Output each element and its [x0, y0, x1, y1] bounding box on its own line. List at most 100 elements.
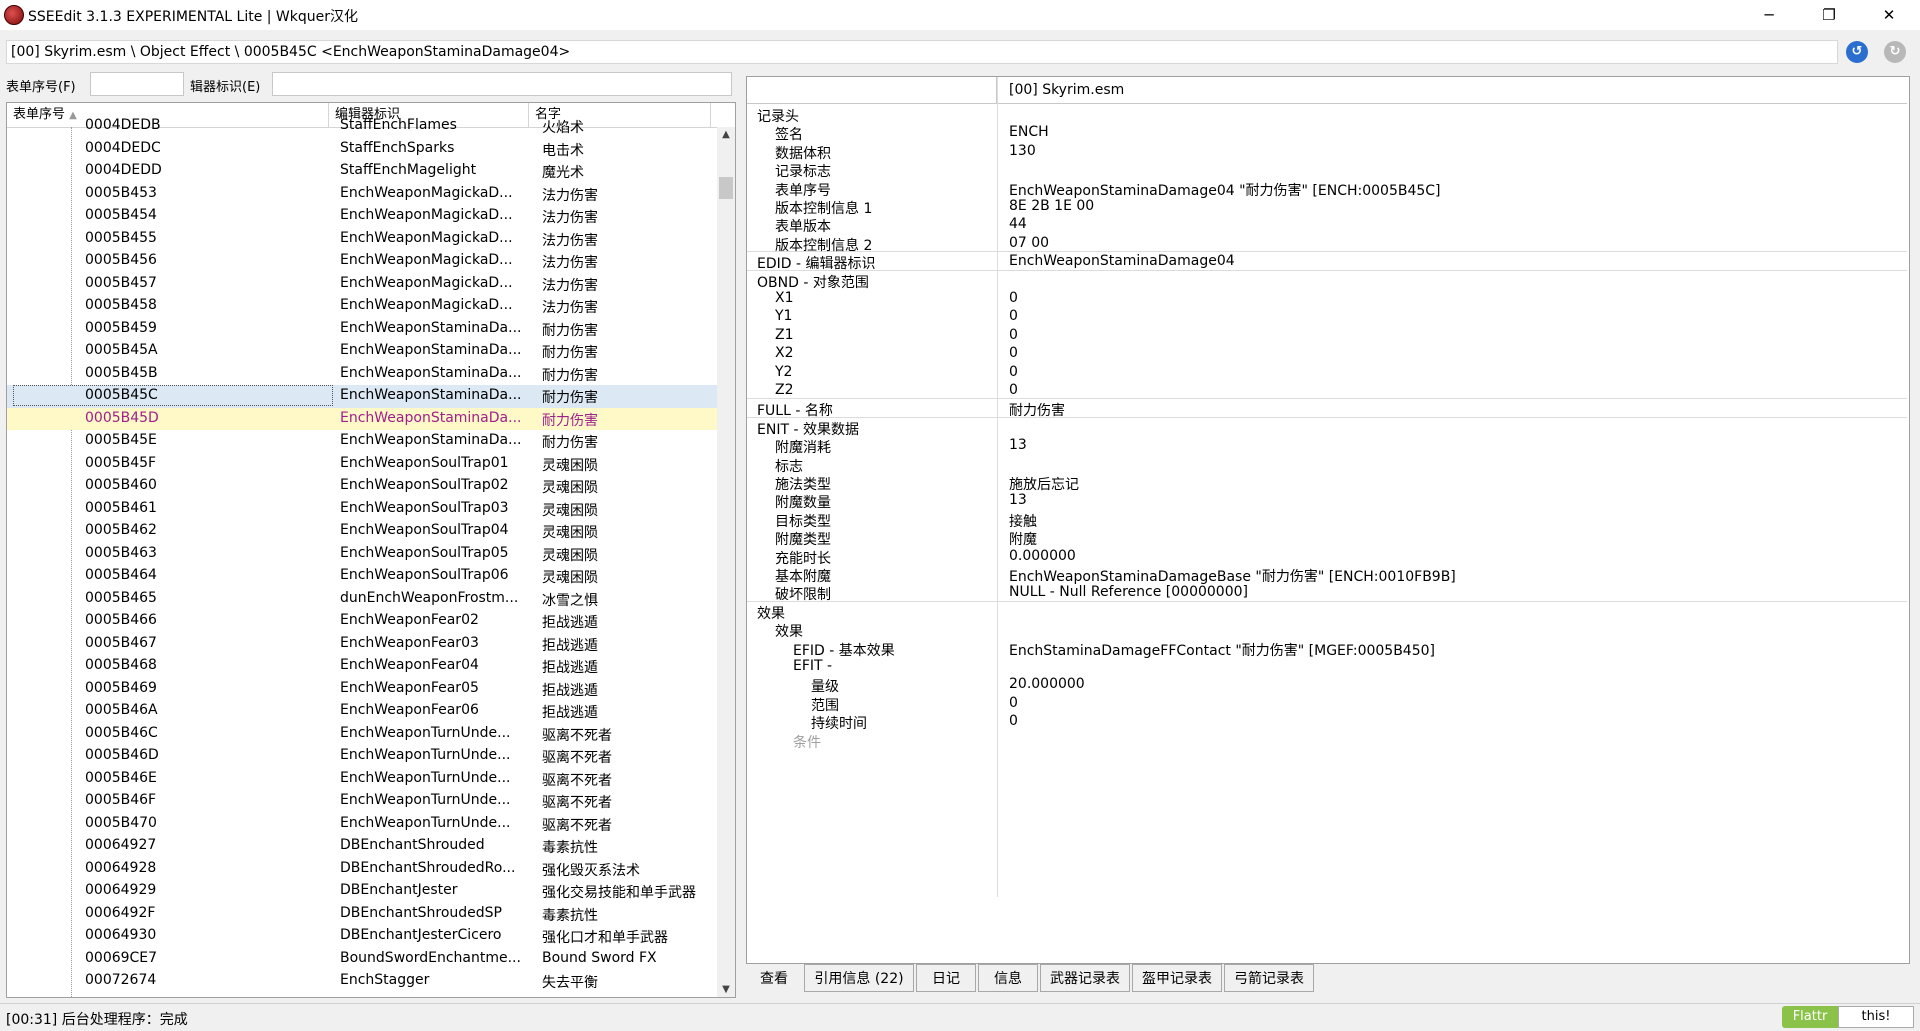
table-row[interactable]: 0005B467 EnchWeaponFear03 拒战逃遁: [7, 633, 717, 656]
record-detail-tree[interactable]: [00] Skyrim.esm 记录头 签名 ENCH 数据体积 130 记录标志 表单序号…: [746, 76, 1910, 964]
detail-row[interactable]: ENIT - 效果数据: [747, 417, 1907, 438]
detail-row[interactable]: 签名 ENCH: [747, 122, 1907, 143]
tab-4[interactable]: 武器记录表: [1040, 964, 1130, 992]
detail-row[interactable]: 持续时间 0: [747, 711, 1907, 732]
table-row[interactable]: 0004DEDD StaffEnchMagelight 魔光术: [7, 160, 717, 183]
detail-row[interactable]: FULL - 名称 耐力伤害: [747, 398, 1907, 419]
detail-row[interactable]: EFIT -: [747, 656, 1907, 674]
cell-formid: 00064930: [85, 927, 157, 943]
table-row[interactable]: 0005B456 EnchWeaponMagickaD... 法力伤害: [7, 250, 717, 273]
table-row[interactable]: 0005B468 EnchWeaponFear04 拒战逃遁: [7, 655, 717, 678]
forward-icon[interactable]: ↻: [1884, 41, 1906, 63]
flattr-button[interactable]: Flattr this!: [1782, 1006, 1914, 1028]
table-row[interactable]: 0005B458 EnchWeaponMagickaD... 法力伤害: [7, 295, 717, 318]
maximize-button[interactable]: ❐: [1806, 0, 1852, 30]
editorid-filter-input[interactable]: [272, 72, 732, 96]
table-row[interactable]: 00064927 DBEnchantShrouded 毒素抗性: [7, 835, 717, 858]
table-row[interactable]: 0005B460 EnchWeaponSoulTrap02 灵魂困陨: [7, 475, 717, 498]
tab-5[interactable]: 盔甲记录表: [1132, 964, 1222, 992]
table-row[interactable]: 0005B469 EnchWeaponFear05 拒战逃遁: [7, 678, 717, 701]
table-row[interactable]: 0005B46D EnchWeaponTurnUnde... 驱离不死者: [7, 745, 717, 768]
table-row[interactable]: 0005B46E EnchWeaponTurnUnde... 驱离不死者: [7, 768, 717, 791]
detail-row[interactable]: 附魔数量 13: [747, 490, 1907, 511]
table-row[interactable]: 0005B461 EnchWeaponSoulTrap03 灵魂困陨: [7, 498, 717, 521]
detail-row[interactable]: 记录标志: [747, 159, 1907, 180]
tab-0[interactable]: 查看: [746, 964, 802, 992]
detail-row[interactable]: 附魔消耗 13: [747, 435, 1907, 456]
table-row[interactable]: 00069CE7 BoundSwordEnchantme... Bound Swor…: [7, 948, 717, 971]
table-row[interactable]: 0005B45D EnchWeaponStaminaDa... 耐力伤害: [7, 407, 717, 430]
table-row[interactable]: 0005B45F EnchWeaponSoulTrap01 灵魂困陨: [7, 453, 717, 476]
table-row[interactable]: 0005B46C EnchWeaponTurnUnde... 驱离不死者: [7, 723, 717, 746]
table-row[interactable]: 0006492F DBEnchantShroudedSP 毒素抗性: [7, 903, 717, 926]
table-row[interactable]: 0005B465 dunEnchWeaponFrostm... 冰雪之惧: [7, 588, 717, 611]
table-row[interactable]: 0005B46F EnchWeaponTurnUnde... 驱离不死者: [7, 790, 717, 813]
detail-row[interactable]: 标志: [747, 454, 1907, 475]
detail-row[interactable]: 范围 0: [747, 693, 1907, 714]
detail-row[interactable]: X2 0: [747, 343, 1907, 361]
minimize-button[interactable]: ─: [1746, 0, 1792, 30]
table-row[interactable]: 0005B45A EnchWeaponStaminaDa... 耐力伤害: [7, 340, 717, 363]
table-row[interactable]: 0005B466 EnchWeaponFear02 拒战逃遁: [7, 610, 717, 633]
detail-row[interactable]: EFID - 基本效果 EnchStaminaDamageFFContact "耐…: [747, 638, 1907, 659]
close-button[interactable]: ✕: [1866, 0, 1912, 30]
detail-row[interactable]: OBND - 对象范围: [747, 270, 1907, 291]
detail-row[interactable]: 效果: [747, 619, 1907, 640]
table-row[interactable]: 0005B455 EnchWeaponMagickaD... 法力伤害: [7, 228, 717, 251]
tab-6[interactable]: 弓箭记录表: [1224, 964, 1314, 992]
table-row[interactable]: 0005B462 EnchWeaponSoulTrap04 灵魂困陨: [7, 520, 717, 543]
detail-row[interactable]: 表单版本 44: [747, 214, 1907, 235]
detail-row[interactable]: 版本控制信息 1 8E 2B 1E 00: [747, 196, 1907, 217]
scroll-up-icon[interactable]: ▲: [719, 129, 733, 140]
table-row[interactable]: 0005B470 EnchWeaponTurnUnde... 驱离不死者: [7, 813, 717, 836]
table-row[interactable]: 0005B454 EnchWeaponMagickaD... 法力伤害: [7, 205, 717, 228]
record-list[interactable]: 表单序号 ▲ 编辑器标识 名字 0004DEDB StaffEnchFlames 火…: [6, 102, 736, 998]
tab-3[interactable]: 信息: [978, 964, 1038, 992]
table-row[interactable]: 0005B46A EnchWeaponFear06 拒战逃遁: [7, 700, 717, 723]
detail-row[interactable]: Z2 0: [747, 380, 1907, 400]
tab-1[interactable]: 引用信息 (22): [804, 964, 914, 992]
detail-row[interactable]: X1 0: [747, 288, 1907, 306]
tab-2[interactable]: 日记: [916, 964, 976, 992]
detail-row[interactable]: 记录头: [747, 104, 1907, 125]
detail-row[interactable]: 表单序号 EnchWeaponStaminaDamage04 "耐力伤害" [EN…: [747, 178, 1907, 199]
detail-row[interactable]: 附魔类型 附魔: [747, 527, 1907, 548]
scroll-down-icon[interactable]: ▼: [719, 984, 733, 995]
detail-row[interactable]: 充能时长 0.000000: [747, 546, 1907, 567]
table-row[interactable]: 0004DEDB StaffEnchFlames 火焰术: [7, 115, 717, 138]
table-row[interactable]: 0005B459 EnchWeaponStaminaDa... 耐力伤害: [7, 318, 717, 341]
table-row[interactable]: 0005B464 EnchWeaponSoulTrap06 灵魂困陨: [7, 565, 717, 588]
detail-row[interactable]: 数据体积 130: [747, 141, 1907, 162]
record-detail-panel: [00] Skyrim.esm 记录头 签名 ENCH 数据体积 130 记录标志 表单序号…: [742, 70, 1914, 1000]
detail-row[interactable]: Y1 0: [747, 306, 1907, 324]
detail-row[interactable]: 施法类型 施放后忘记: [747, 472, 1907, 493]
table-row[interactable]: 00064929 DBEnchantJester 强化交易技能和单手武器: [7, 880, 717, 903]
detail-row[interactable]: 效果: [747, 601, 1907, 622]
detail-row[interactable]: EDID - 编辑器标识 EnchWeaponStaminaDamage04: [747, 251, 1907, 272]
back-icon[interactable]: ↺: [1846, 41, 1868, 63]
list-scrollbar[interactable]: ▲ ▼: [717, 127, 735, 997]
table-row[interactable]: 0005B463 EnchWeaponSoulTrap05 灵魂困陨: [7, 543, 717, 566]
table-row[interactable]: 0004DEDC StaffEnchSparks 电击术: [7, 138, 717, 161]
formid-filter-input[interactable]: [90, 72, 184, 96]
detail-row[interactable]: 量级 20.000000: [747, 674, 1907, 695]
table-row[interactable]: 00072674 EnchStagger 失去平衡: [7, 970, 717, 993]
table-row[interactable]: 00064928 DBEnchantShroudedRo... 强化毁灭系法术: [7, 858, 717, 881]
table-row[interactable]: 0005B45C EnchWeaponStaminaDa... 耐力伤害: [7, 385, 717, 408]
detail-row[interactable]: Y2 0: [747, 362, 1907, 380]
detail-value: 0: [1009, 290, 1018, 306]
scrollbar-thumb[interactable]: [719, 177, 733, 199]
record-path-bar[interactable]: [00] Skyrim.esm \ Object Effect \ 0005B4…: [6, 40, 1838, 64]
detail-row[interactable]: 基本附魔 EnchWeaponStaminaDamageBase "耐力伤害" […: [747, 564, 1907, 585]
cell-name: 电击术: [542, 142, 584, 159]
table-row[interactable]: 0005B457 EnchWeaponMagickaD... 法力伤害: [7, 273, 717, 296]
detail-row[interactable]: Z1 0: [747, 325, 1907, 343]
table-row[interactable]: 0005B45E EnchWeaponStaminaDa... 耐力伤害: [7, 430, 717, 453]
detail-row[interactable]: 破坏限制 NULL - Null Reference [00000000]: [747, 582, 1907, 603]
table-row[interactable]: 0005B45B EnchWeaponStaminaDa... 耐力伤害: [7, 363, 717, 386]
detail-row[interactable]: 版本控制信息 2 07 00: [747, 233, 1907, 254]
table-row[interactable]: 00064930 DBEnchantJesterCicero 强化口才和单手武器: [7, 925, 717, 948]
detail-row[interactable]: 目标类型 接触: [747, 509, 1907, 530]
table-row[interactable]: 0005B453 EnchWeaponMagickaD... 法力伤害: [7, 183, 717, 206]
detail-row[interactable]: 条件: [747, 730, 1907, 751]
